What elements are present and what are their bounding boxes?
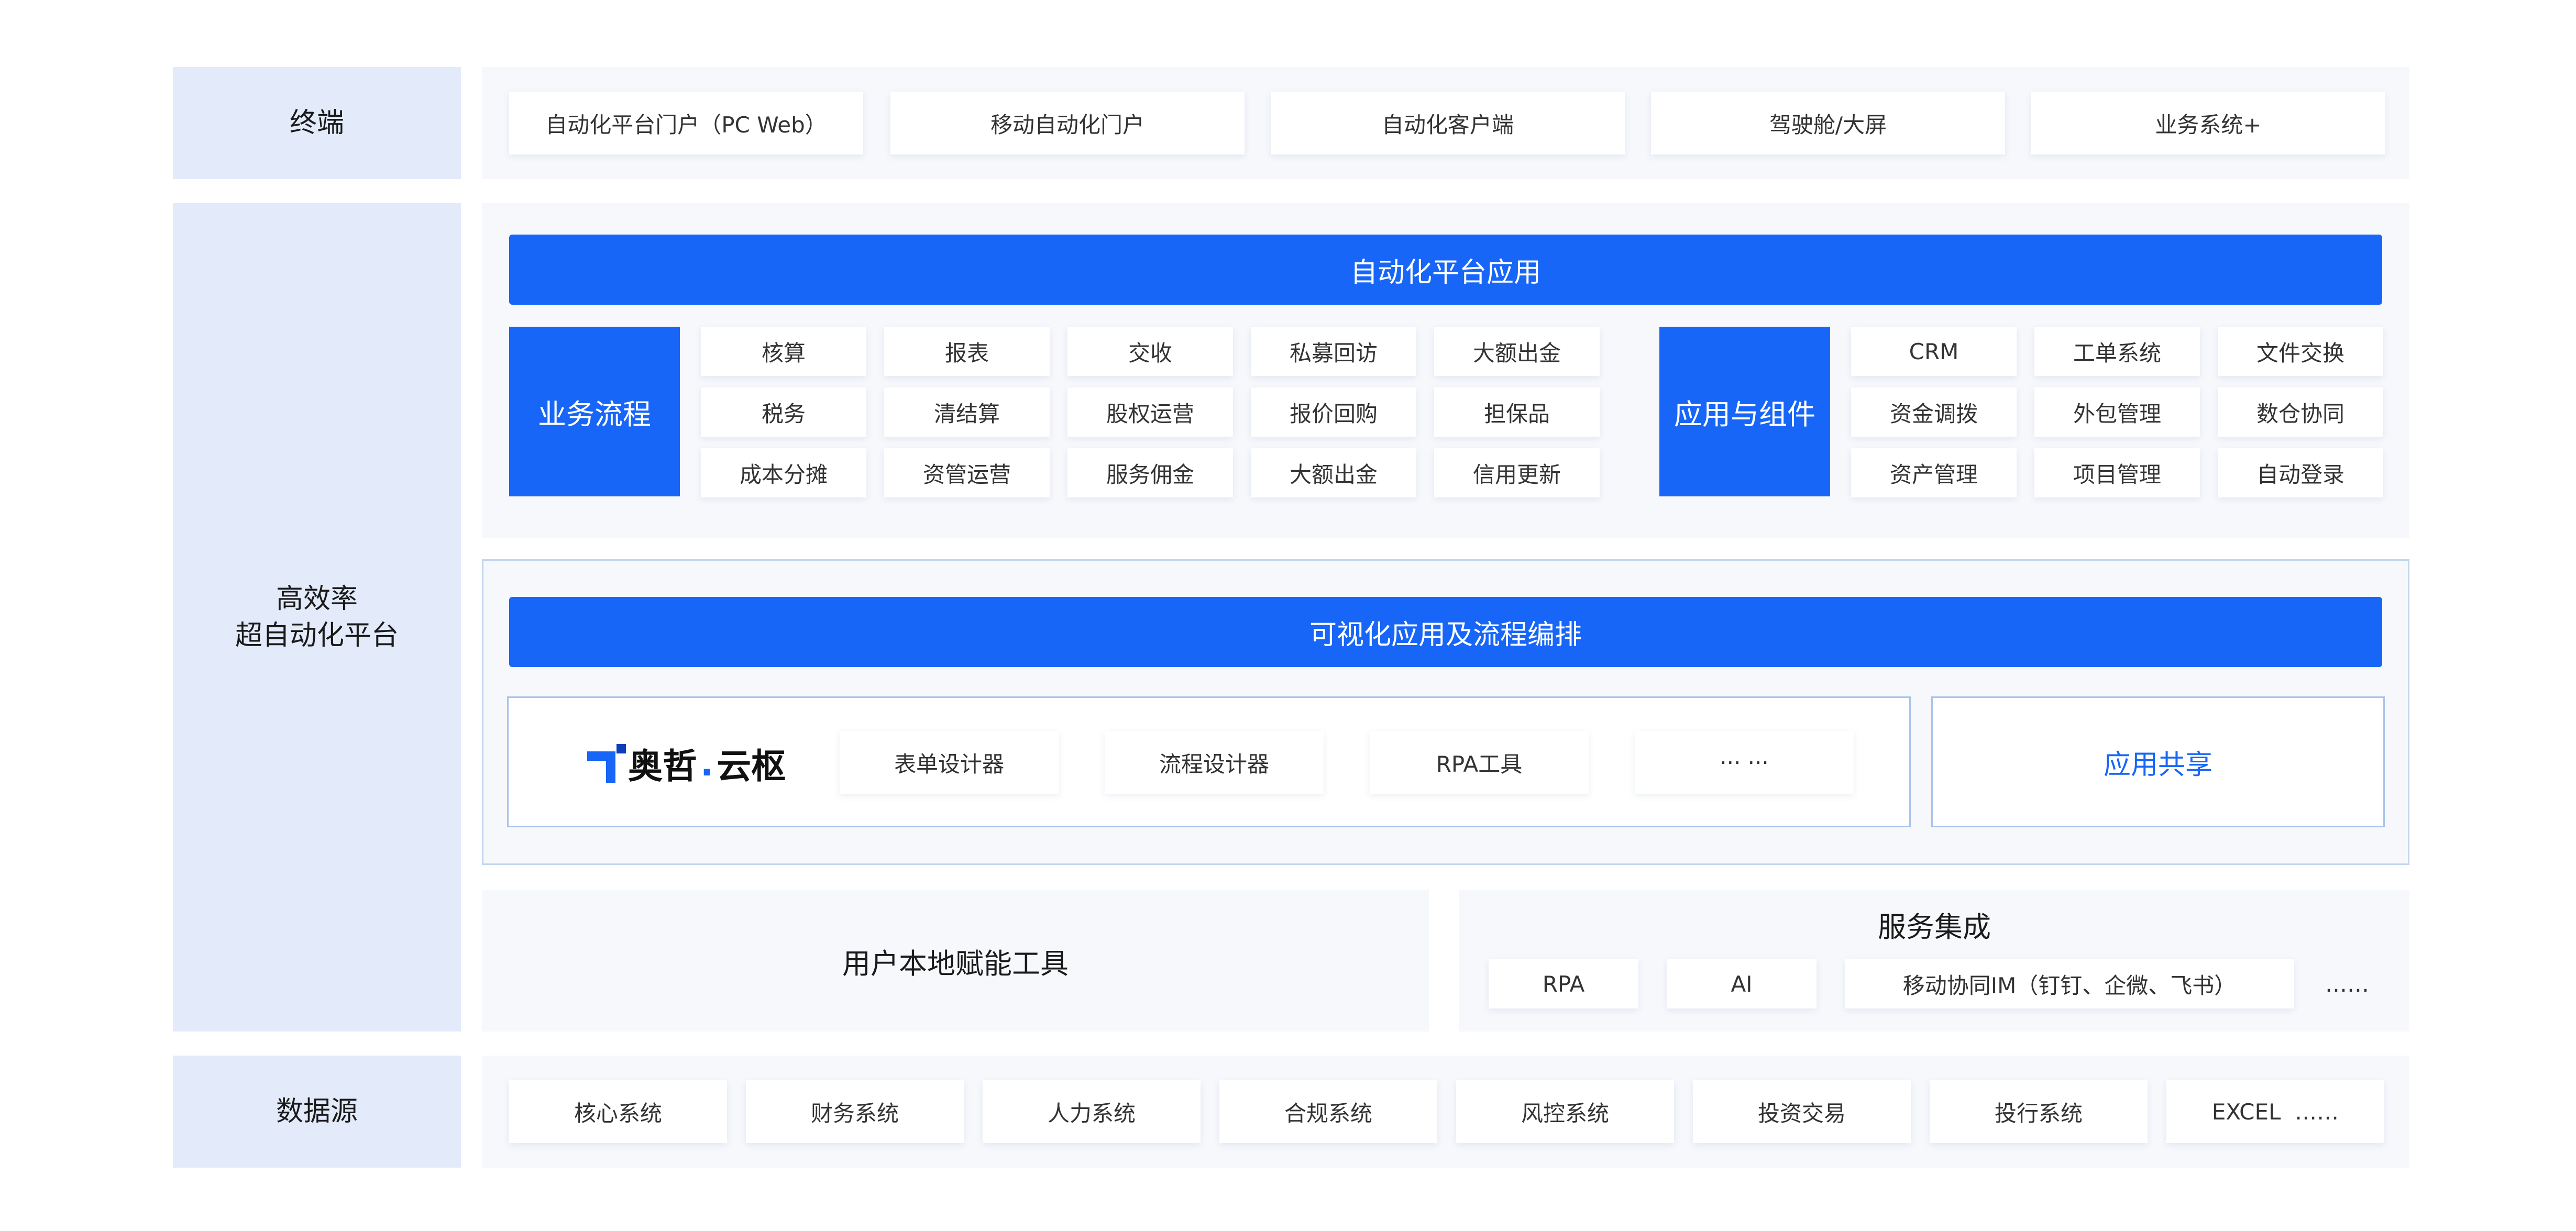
component-item: 资产管理 — [1851, 448, 2017, 497]
tool-form-designer: 表单设计器 — [840, 731, 1059, 794]
datasource-item: 投资交易 — [1693, 1080, 1911, 1143]
visual-panel: 可视化应用及流程编排 奥哲 . 云枢 表单设计器 流程设计器 RPA工具 ···… — [482, 559, 2409, 865]
service-more: …… — [2325, 971, 2369, 997]
platform-label-line1: 高效率 — [276, 583, 358, 615]
component-item: 资金调拨 — [1851, 387, 2017, 437]
business-flow-item: 清结算 — [884, 387, 1050, 437]
visual-title-bar: 可视化应用及流程编排 — [509, 597, 2382, 667]
component-item: 文件交换 — [2218, 327, 2383, 376]
datasource-item: 风控系统 — [1456, 1080, 1674, 1143]
service-title: 服务集成 — [1878, 910, 1991, 944]
datasource-item: EXCEL …… — [2166, 1080, 2384, 1143]
business-flow-item: 大额出金 — [1251, 448, 1416, 497]
component-item: 自动登录 — [2218, 448, 2383, 497]
datasource-item: 核心系统 — [509, 1080, 727, 1143]
component-item: CRM — [1851, 327, 2017, 376]
datasource-item: 财务系统 — [746, 1080, 964, 1143]
designer-box: 奥哲 . 云枢 表单设计器 流程设计器 RPA工具 ··· ··· — [507, 696, 1911, 827]
component-item: 工单系统 — [2034, 327, 2200, 376]
terminal-panel: 自动化平台门户（PC Web） 移动自动化门户 自动化客户端 驾驶舱/大屏 业务… — [482, 67, 2409, 179]
business-flow-item: 税务 — [701, 387, 866, 437]
business-flow-item: 信用更新 — [1434, 448, 1600, 497]
datasource-item: 合规系统 — [1219, 1080, 1437, 1143]
component-item: 外包管理 — [2034, 387, 2200, 437]
logo-text-b: 云枢 — [717, 746, 786, 786]
datasource-panel: 核心系统 财务系统 人力系统 合规系统 风控系统 投资交易 投行系统 EXCEL… — [482, 1056, 2409, 1168]
tool-rpa: RPA工具 — [1370, 731, 1589, 794]
business-flow-item: 交收 — [1067, 327, 1233, 376]
datasource-item: 人力系统 — [983, 1080, 1201, 1143]
service-item: AI — [1667, 959, 1817, 1008]
service-item: RPA — [1489, 959, 1638, 1008]
business-flow-item: 核算 — [701, 327, 866, 376]
service-panel: 服务集成 RPA AI 移动协同IM（钉钉、企微、飞书） …… — [1459, 890, 2409, 1032]
components-label: 应用与组件 — [1659, 327, 1830, 496]
terminal-item: 业务系统+ — [2031, 92, 2385, 154]
business-flow-item: 资管运营 — [884, 448, 1050, 497]
logo-dot: . — [700, 743, 714, 784]
tool-flow-designer: 流程设计器 — [1105, 731, 1324, 794]
logo-text-a: 奥哲 — [628, 746, 697, 786]
apps-title-bar: 自动化平台应用 — [509, 235, 2382, 305]
business-flow-item: 担保品 — [1434, 387, 1600, 437]
terminal-item: 移动自动化门户 — [890, 92, 1245, 154]
terminal-item: 自动化平台门户（PC Web） — [509, 92, 863, 154]
component-item: 数仓协同 — [2218, 387, 2383, 437]
local-tools-panel: 用户本地赋能工具 — [482, 890, 1429, 1032]
platform-label-line2: 超自动化平台 — [235, 620, 399, 651]
platform-label: 高效率 超自动化平台 — [173, 203, 461, 1032]
apps-panel: 自动化平台应用 业务流程 核算 报表 交收 私募回访 大额出金 税务 清结算 股… — [482, 203, 2409, 538]
business-flow-label: 业务流程 — [509, 327, 680, 496]
terminal-item: 自动化客户端 — [1271, 92, 1625, 154]
business-flow-item: 大额出金 — [1434, 327, 1600, 376]
business-flow-item: 服务佣金 — [1067, 448, 1233, 497]
component-item: 项目管理 — [2034, 448, 2200, 497]
datasource-item: 投行系统 — [1930, 1080, 2148, 1143]
business-flow-item: 成本分摊 — [701, 448, 866, 497]
service-item: 移动协同IM（钉钉、企微、飞书） — [1845, 959, 2294, 1008]
business-flow-item: 股权运营 — [1067, 387, 1233, 437]
business-flow-item: 报表 — [884, 327, 1050, 376]
aozhe-logo-icon — [587, 744, 626, 783]
datasource-label: 数据源 — [173, 1056, 461, 1168]
terminal-item: 驾驶舱/大屏 — [1651, 92, 2005, 154]
terminal-label: 终端 — [173, 67, 461, 179]
aozhe-logo: 奥哲 . 云枢 — [587, 740, 807, 787]
business-flow-item: 私募回访 — [1251, 327, 1416, 376]
business-flow-item: 报价回购 — [1251, 387, 1416, 437]
tool-more: ··· ··· — [1635, 731, 1854, 794]
app-share-box: 应用共享 — [1931, 696, 2385, 827]
